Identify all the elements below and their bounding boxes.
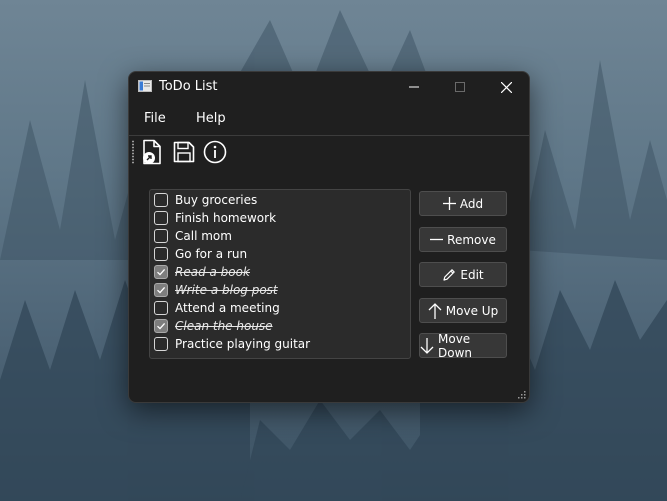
checkbox[interactable] [154,337,168,351]
edit-button[interactable]: Edit [419,262,507,287]
list-item[interactable]: Write a blog post [150,281,410,299]
info-button[interactable] [202,139,228,165]
checkbox-checked[interactable] [154,265,168,279]
checkmark-icon [157,268,166,276]
list-item-label: Go for a run [175,247,248,261]
move-down-button-label: Move Down [438,331,473,360]
move-up-button[interactable]: Move Up [419,298,507,323]
list-item[interactable]: Finish homework [150,209,410,227]
save-icon [173,141,195,163]
list-item[interactable]: Attend a meeting [150,299,410,317]
open-file-button[interactable] [139,139,165,165]
checkbox[interactable] [154,301,168,315]
list-item-label: Write a blog post [175,283,278,297]
list-item-label: Finish homework [175,211,277,225]
toolbar [129,136,529,168]
save-button[interactable] [171,139,197,165]
app-window-icon [138,80,152,92]
list-item[interactable]: Go for a run [150,245,410,263]
arrow-up-icon [428,302,442,319]
arrow-down-icon [420,337,434,354]
list-item[interactable]: Read a book [150,263,410,281]
list-item-label: Clean the house [175,319,273,333]
list-item-label: Attend a meeting [175,301,280,315]
checkbox[interactable] [154,247,168,261]
checkbox[interactable] [154,211,168,225]
move-down-button[interactable]: Move Down [419,331,507,360]
maximize-button[interactable] [437,72,483,102]
list-item-label: Call mom [175,229,232,243]
list-item-label: Practice playing guitar [175,337,311,351]
remove-button-label: Remove [447,232,496,247]
list-item[interactable]: Practice playing guitar [150,335,410,353]
close-icon [500,81,512,93]
window-title: ToDo List [159,79,218,94]
minimize-button[interactable] [391,72,437,102]
info-icon [203,140,227,164]
minus-icon [430,233,444,246]
list-item[interactable]: Call mom [150,227,410,245]
checkmark-icon [157,286,166,294]
pencil-icon [442,268,456,282]
open-file-icon [143,139,161,165]
menu-file[interactable]: File [144,111,166,126]
resize-grip-icon[interactable] [518,391,526,399]
list-item-label: Buy groceries [175,193,258,207]
checkbox-checked[interactable] [154,319,168,333]
title-bar[interactable]: ToDo List [129,72,529,102]
checkmark-icon [157,322,166,330]
maximize-icon [455,82,465,92]
menu-help[interactable]: Help [196,111,226,126]
list-item[interactable]: Buy groceries [150,191,410,209]
list-item[interactable]: Clean the house [150,317,410,335]
checkbox[interactable] [154,193,168,207]
checkbox-checked[interactable] [154,283,168,297]
add-button-label: Add [459,196,484,211]
minimize-icon [409,86,419,88]
todo-window: ToDo List File Help Buy groceries Finish… [128,71,530,403]
remove-button[interactable]: Remove [419,227,507,252]
toolbar-grip[interactable] [132,140,134,164]
add-button[interactable]: Add [419,191,507,216]
checkbox[interactable] [154,229,168,243]
todo-list[interactable]: Buy groceries Finish homework Call mom Go f… [149,189,411,359]
close-button[interactable] [483,72,529,102]
edit-button-label: Edit [460,267,484,282]
move-up-button-label: Move Up [445,303,499,318]
plus-icon [442,197,456,210]
menu-bar: File Help [129,106,529,134]
list-item-label: Read a book [175,265,250,279]
